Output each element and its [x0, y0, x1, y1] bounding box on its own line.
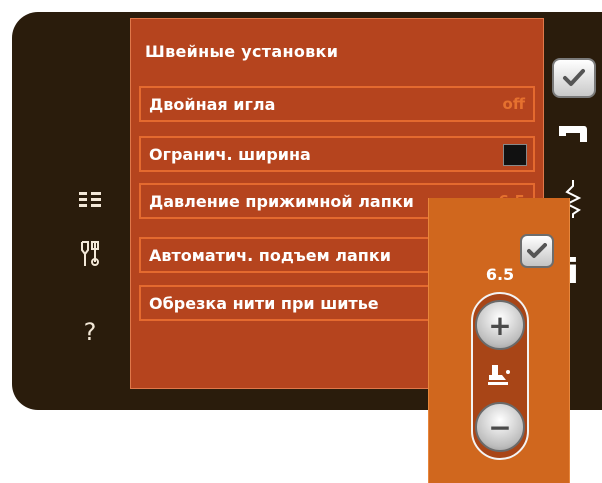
- list-icon[interactable]: [60, 180, 120, 220]
- list-icon-svg: [79, 192, 101, 207]
- increase-button[interactable]: +: [475, 300, 525, 350]
- popup-confirm-button[interactable]: [520, 234, 554, 268]
- row-double-needle[interactable]: Двойная игла off: [139, 86, 535, 122]
- sewing-machine-icon-svg: [559, 126, 587, 142]
- tools-icon-svg: [81, 241, 100, 266]
- row-label: Двойная игла: [149, 94, 276, 114]
- checkmark-icon[interactable]: [552, 58, 596, 98]
- help-icon-label: ?: [83, 318, 97, 346]
- row-label: Огранич. ширина: [149, 144, 311, 164]
- row-label: Обрезка нити при шитье: [149, 293, 379, 313]
- help-icon[interactable]: ?: [60, 312, 120, 352]
- row-width-limit[interactable]: Огранич. ширина: [139, 136, 535, 172]
- row-value: off: [502, 95, 525, 113]
- pressure-value: 6.5: [485, 265, 515, 284]
- checkmark-icon: [527, 243, 547, 258]
- plus-icon: +: [488, 308, 512, 342]
- panel-title: Швейные установки: [145, 42, 339, 61]
- checkmark-icon-svg: [563, 69, 585, 86]
- row-label: Автоматич. подъем лапки: [149, 245, 391, 265]
- presser-foot-icon-svg: [488, 365, 510, 385]
- decrease-button[interactable]: −: [475, 402, 525, 452]
- width-limit-checkbox[interactable]: [503, 144, 527, 166]
- row-label: Давление прижимной лапки: [149, 191, 414, 211]
- sewing-machine-icon[interactable]: [544, 114, 602, 154]
- presser-foot-icon: [486, 362, 514, 390]
- tools-icon[interactable]: [60, 234, 120, 274]
- minus-icon: −: [488, 410, 512, 444]
